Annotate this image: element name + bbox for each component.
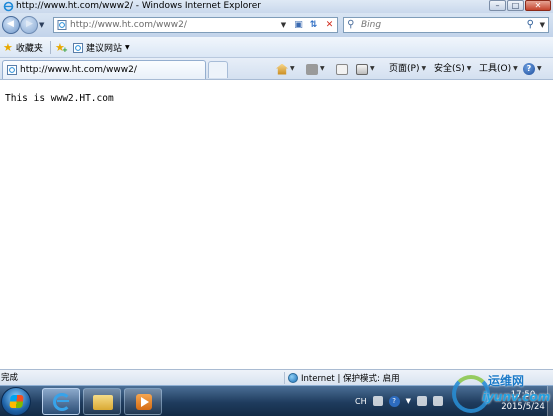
status-text: 完成: [1, 373, 19, 383]
add-to-favorites-bar-button[interactable]: ★ +: [55, 41, 70, 54]
action-center-flag-icon[interactable]: [417, 396, 427, 406]
tab-and-command-bar: http://www.ht.com/www2/ ▼ ▼ ▼ 页面(P) ▼ 安全…: [0, 58, 553, 80]
chevron-down-icon: ▼: [537, 65, 542, 72]
back-button[interactable]: [2, 16, 20, 34]
scrollbar[interactable]: [549, 80, 553, 369]
chevron-down-icon: ▼: [320, 65, 325, 72]
network-icon[interactable]: [433, 396, 443, 406]
safety-menu-label: 安全(S): [434, 64, 465, 74]
compatibility-view-icon[interactable]: ▣: [292, 19, 305, 31]
mail-icon: [336, 63, 348, 75]
language-indicator[interactable]: CH: [355, 397, 367, 406]
mail-button[interactable]: [336, 63, 348, 75]
security-zone-label: Internet | 保护模式: 启用: [301, 374, 400, 384]
watermark-text-en: iyunv.com: [482, 390, 551, 404]
page-body-text: This is www2.HT.com: [5, 93, 114, 104]
plus-icon: +: [62, 46, 68, 54]
taskbar-windows-explorer[interactable]: [83, 388, 121, 415]
search-provider-icon: ⚲: [347, 19, 355, 30]
separator: [50, 41, 51, 54]
forward-button[interactable]: [20, 16, 38, 34]
suggested-sites-label: 建议网站: [86, 44, 123, 54]
page-menu-label: 页面(P): [389, 64, 420, 74]
ie-logo-icon: [3, 1, 14, 12]
refresh-icon[interactable]: ⇅: [307, 19, 320, 31]
chevron-down-icon: ▼: [290, 65, 295, 72]
search-box[interactable]: ⚲ ⚲ ▼: [343, 17, 549, 33]
tab-active[interactable]: http://www.ht.com/www2/: [2, 60, 206, 79]
tab-page-icon: [7, 65, 17, 75]
media-player-icon: [136, 394, 152, 410]
address-bar[interactable]: ▼ ▣ ⇅ ✕: [53, 17, 338, 33]
favorites-button[interactable]: ★ 收藏夹: [3, 41, 43, 54]
suggested-sites-icon: [73, 42, 83, 53]
watermark-text-cn: 运维网: [488, 374, 525, 388]
page-icon: [57, 20, 67, 30]
printer-icon: [356, 63, 368, 75]
taskbar-internet-explorer[interactable]: [42, 388, 80, 415]
address-input[interactable]: [70, 19, 285, 31]
windows-logo-icon: [9, 395, 24, 408]
help-icon[interactable]: ?: [388, 395, 400, 407]
help-icon: ?: [523, 63, 535, 75]
taskbar-media-player[interactable]: [124, 388, 162, 415]
chevron-down-icon: ▼: [125, 44, 130, 51]
chevron-down-icon: ▼: [466, 65, 472, 72]
chevron-down-icon: ▼: [513, 65, 518, 72]
feeds-button[interactable]: ▼: [306, 63, 325, 75]
watermark: 运维网 iyunv.com: [452, 370, 552, 416]
window-title: http://www.ht.com/www2/ - Windows Intern…: [16, 1, 261, 11]
system-tray: CH ? ▼: [355, 390, 443, 412]
suggested-sites-button[interactable]: 建议网站 ▼: [73, 41, 130, 54]
favorites-label: 收藏夹: [15, 44, 43, 54]
start-button[interactable]: [1, 387, 31, 416]
home-button[interactable]: ▼: [276, 63, 295, 75]
folder-icon: [93, 395, 113, 410]
help-menu[interactable]: ? ▼: [523, 63, 542, 75]
maximize-button[interactable]: □: [507, 0, 524, 11]
print-button[interactable]: ▼: [356, 63, 375, 75]
globe-icon: [288, 373, 298, 383]
chevron-down-icon[interactable]: ▼: [406, 397, 411, 405]
search-input[interactable]: [361, 19, 511, 31]
status-divider: [284, 372, 285, 384]
new-tab-button[interactable]: [208, 61, 228, 78]
favorites-bar: ★ 收藏夹 ★ + 建议网站 ▼: [0, 37, 553, 58]
search-options-dropdown-icon[interactable]: ▼: [540, 21, 545, 29]
chevron-down-icon: ▼: [370, 65, 375, 72]
minimize-button[interactable]: –: [489, 0, 506, 11]
page-menu[interactable]: 页面(P) ▼: [389, 63, 426, 75]
stop-icon[interactable]: ✕: [323, 19, 336, 31]
safety-menu[interactable]: 安全(S) ▼: [434, 63, 471, 75]
security-zone[interactable]: Internet | 保护模式: 启用: [288, 372, 400, 384]
tools-menu-label: 工具(O): [479, 64, 512, 74]
address-dropdown-icon[interactable]: ▼: [277, 19, 290, 31]
tools-menu[interactable]: 工具(O) ▼: [479, 63, 518, 75]
recent-pages-dropdown-icon[interactable]: ▼: [39, 21, 44, 29]
favorites-star-icon: ★: [3, 41, 13, 54]
search-icon[interactable]: ⚲: [527, 19, 534, 30]
window-controls: – □ ✕: [489, 0, 551, 12]
title-bar: http://www.ht.com/www2/ - Windows Intern…: [0, 0, 553, 13]
home-icon: [276, 63, 288, 75]
rss-icon: [306, 63, 318, 75]
chevron-down-icon: ▼: [421, 65, 427, 72]
navigation-bar: ▼ ▼ ▣ ⇅ ✕ ⚲ ⚲ ▼: [0, 13, 553, 37]
page-content: This is www2.HT.com: [0, 80, 553, 369]
internet-explorer-icon: [53, 393, 71, 411]
close-button[interactable]: ✕: [525, 0, 551, 11]
keyboard-icon[interactable]: [372, 396, 383, 406]
tab-label: http://www.ht.com/www2/: [20, 65, 137, 75]
